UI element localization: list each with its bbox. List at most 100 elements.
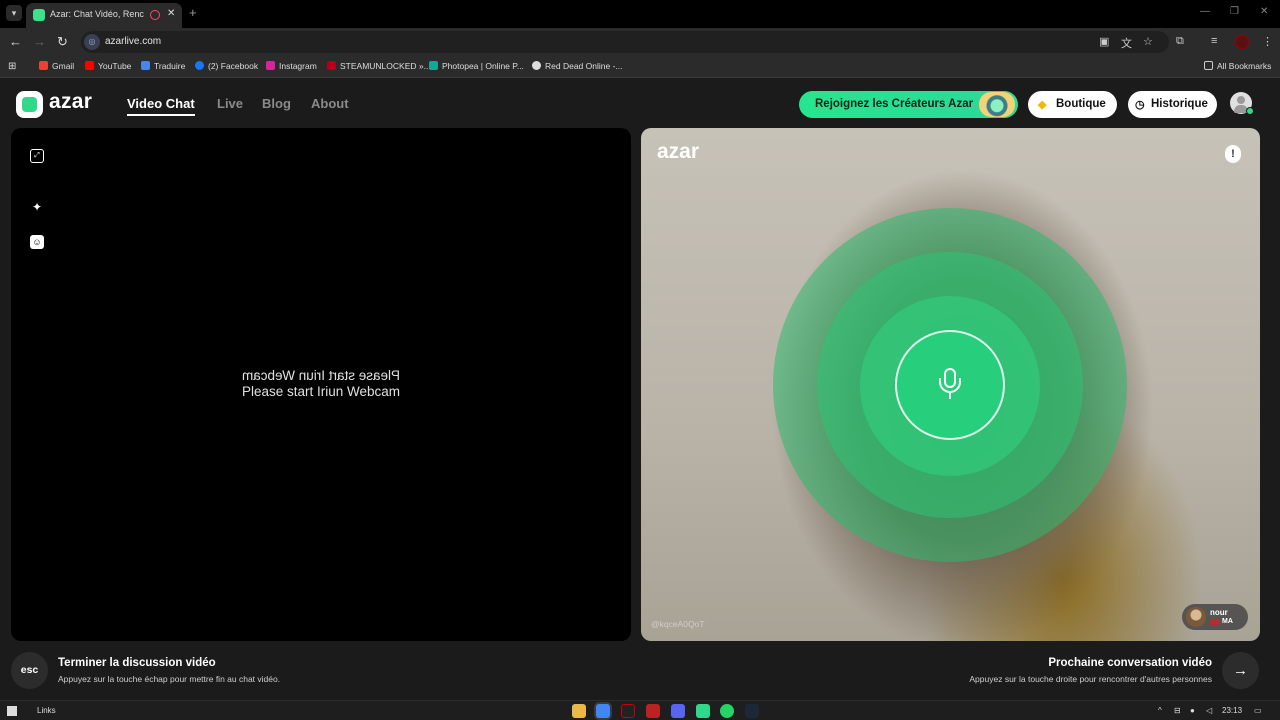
youtube-icon xyxy=(85,61,94,70)
online-status-icon xyxy=(1246,107,1254,115)
azar-favicon-icon xyxy=(33,9,45,21)
nav-blog[interactable]: Blog xyxy=(262,96,291,111)
shop-button[interactable]: ◆ Boutique xyxy=(1028,91,1117,118)
back-icon[interactable]: ← xyxy=(9,34,22,49)
join-creators-button[interactable]: Rejoignez les Créateurs Azar xyxy=(799,91,1018,118)
local-video-panel: ⤢ ✦ ☺ Please start Iriun Webcam Please s… xyxy=(11,128,631,641)
remote-azar-logo: azar xyxy=(657,140,700,163)
red-dead-icon xyxy=(532,61,541,70)
instagram-icon xyxy=(266,61,275,70)
user-avatar[interactable] xyxy=(1230,92,1254,115)
history-button[interactable]: ◷ Historique xyxy=(1128,91,1217,118)
nav-about[interactable]: About xyxy=(311,96,349,111)
face-filter-icon[interactable]: ☺ xyxy=(30,235,44,249)
remote-video-panel: azar ! @kqceA0QoT nour MA xyxy=(641,128,1260,641)
clock-icon: ◷ xyxy=(1135,99,1145,111)
nav-live[interactable]: Live xyxy=(217,96,243,111)
maximize-icon[interactable]: ❐ xyxy=(1230,6,1239,17)
tray-chevron-icon[interactable]: ^ xyxy=(1158,706,1162,715)
bookmark-traduire[interactable]: Traduire xyxy=(141,61,185,71)
tab-title: Azar: Chat Vidéo, Rencontre xyxy=(50,9,144,19)
azar-logo[interactable]: azar xyxy=(49,90,92,114)
shop-label: Boutique xyxy=(1056,98,1106,110)
webcam-message-text: Please start Iriun Webcam xyxy=(241,384,401,399)
bookmark-instagram[interactable]: Instagram xyxy=(266,61,317,71)
bookmarks-bar: ⊞ Gmail YouTube Traduire (2) Facebook In… xyxy=(0,56,1280,78)
bookmark-steamunlocked[interactable]: STEAMUNLOCKED »... xyxy=(327,61,431,71)
chrome-icon[interactable] xyxy=(596,704,610,718)
menu-icon[interactable]: ⋮ xyxy=(1262,35,1273,48)
bookmark-facebook[interactable]: (2) Facebook xyxy=(195,61,258,71)
whatsapp-icon[interactable] xyxy=(720,704,734,718)
forward-icon[interactable]: → xyxy=(33,34,46,49)
browser-profile-avatar[interactable] xyxy=(1235,35,1249,49)
microphone-tray-icon[interactable]: ● xyxy=(1190,706,1195,715)
peer-avatar xyxy=(1186,607,1206,627)
browser-tab-strip: ▾ Azar: Chat Vidéo, Rencontre ✕ + — ❐ ✕ xyxy=(0,0,1280,28)
next-chat-title: Prochaine conversation vidéo xyxy=(1048,657,1212,669)
windows-start-icon[interactable] xyxy=(7,706,17,716)
peer-profile-card[interactable]: nour MA xyxy=(1182,604,1248,630)
user-id-watermark: @kqceA0QoT xyxy=(651,619,705,629)
cast-icon[interactable]: ▣ xyxy=(1099,35,1109,48)
morocco-flag-icon xyxy=(1210,619,1219,625)
gmail-icon xyxy=(39,61,48,70)
volume-icon[interactable]: ◁ xyxy=(1206,706,1212,715)
address-bar[interactable]: ◎ azarlive.com ▣ 文 ☆ xyxy=(81,31,1169,53)
tab-search-icon[interactable]: ▾ xyxy=(6,5,22,21)
close-tab-icon[interactable]: ✕ xyxy=(167,8,175,19)
bookmark-red-dead[interactable]: Red Dead Online -... xyxy=(532,61,622,71)
app-icon-red[interactable] xyxy=(621,704,635,718)
translate-bookmark-icon xyxy=(141,61,150,70)
bookmark-youtube[interactable]: YouTube xyxy=(85,61,131,71)
next-chat-subtitle: Appuyez sur la touche droite pour rencon… xyxy=(969,674,1212,684)
diamond-icon: ◆ xyxy=(1038,99,1047,111)
file-explorer-icon[interactable] xyxy=(572,704,586,718)
bookmark-gmail[interactable]: Gmail xyxy=(39,61,74,71)
bookmark-star-icon[interactable]: ☆ xyxy=(1143,35,1153,48)
azar-app-icon[interactable] xyxy=(696,704,710,718)
steamunlocked-icon xyxy=(327,61,336,70)
history-label: Historique xyxy=(1151,98,1208,110)
webcam-message-mirrored: Please start Iriun Webcam xyxy=(241,368,401,383)
nav-video-chat[interactable]: Video Chat xyxy=(127,96,195,111)
clock-time[interactable]: 23:13 xyxy=(1222,706,1242,715)
azar-logo-icon[interactable] xyxy=(16,91,43,118)
notifications-icon[interactable]: ▭ xyxy=(1254,706,1262,715)
browser-tab[interactable]: Azar: Chat Vidéo, Rencontre ✕ xyxy=(26,3,182,28)
network-icon[interactable]: ⊟ xyxy=(1174,706,1181,715)
active-nav-underline xyxy=(127,114,195,116)
apps-grid-icon[interactable]: ⊞ xyxy=(8,61,16,72)
end-chat-button[interactable]: esc xyxy=(11,652,48,689)
app-icon-media[interactable] xyxy=(646,704,660,718)
report-icon[interactable]: ! xyxy=(1225,145,1241,163)
recording-icon xyxy=(150,10,160,20)
next-chat-button[interactable]: → xyxy=(1222,652,1259,689)
azar-page: azar Video Chat Live Blog About Rejoigne… xyxy=(0,79,1280,700)
microphone-button[interactable] xyxy=(895,330,1005,440)
minimize-icon[interactable]: — xyxy=(1200,6,1210,17)
browser-toolbar: ← → ↻ ◎ azarlive.com ▣ 文 ☆ ⧉ ≡ ⋮ xyxy=(0,28,1280,56)
photopea-icon xyxy=(429,61,438,70)
all-bookmarks[interactable]: All Bookmarks xyxy=(1204,61,1271,71)
expand-icon[interactable]: ⤢ xyxy=(30,149,44,163)
close-window-icon[interactable]: ✕ xyxy=(1260,6,1268,17)
steam-icon[interactable] xyxy=(745,704,759,718)
taskbar: Links ^ ⊟ ● ◁ 23:13 ▭ xyxy=(0,700,1280,720)
join-creators-label: Rejoignez les Créateurs Azar xyxy=(815,98,974,110)
media-icon[interactable]: ≡ xyxy=(1211,35,1217,47)
end-chat-subtitle: Appuyez sur la touche échap pour mettre … xyxy=(58,674,281,684)
url-text: azarlive.com xyxy=(105,36,162,47)
sparkle-effects-icon[interactable]: ✦ xyxy=(30,200,44,214)
extensions-icon[interactable]: ⧉ xyxy=(1176,35,1184,48)
bookmark-photopea[interactable]: Photopea | Online P... xyxy=(429,61,524,71)
site-info-icon[interactable]: ◎ xyxy=(84,34,100,50)
folder-icon xyxy=(1204,61,1213,70)
webcam-message: Please start Iriun Webcam Please start I… xyxy=(11,368,631,400)
translate-icon[interactable]: 文 xyxy=(1121,35,1132,51)
reload-icon[interactable]: ↻ xyxy=(57,34,68,50)
facebook-icon xyxy=(195,61,204,70)
discord-icon[interactable] xyxy=(671,704,685,718)
new-tab-icon[interactable]: + xyxy=(189,5,197,20)
taskbar-links[interactable]: Links xyxy=(37,706,56,715)
